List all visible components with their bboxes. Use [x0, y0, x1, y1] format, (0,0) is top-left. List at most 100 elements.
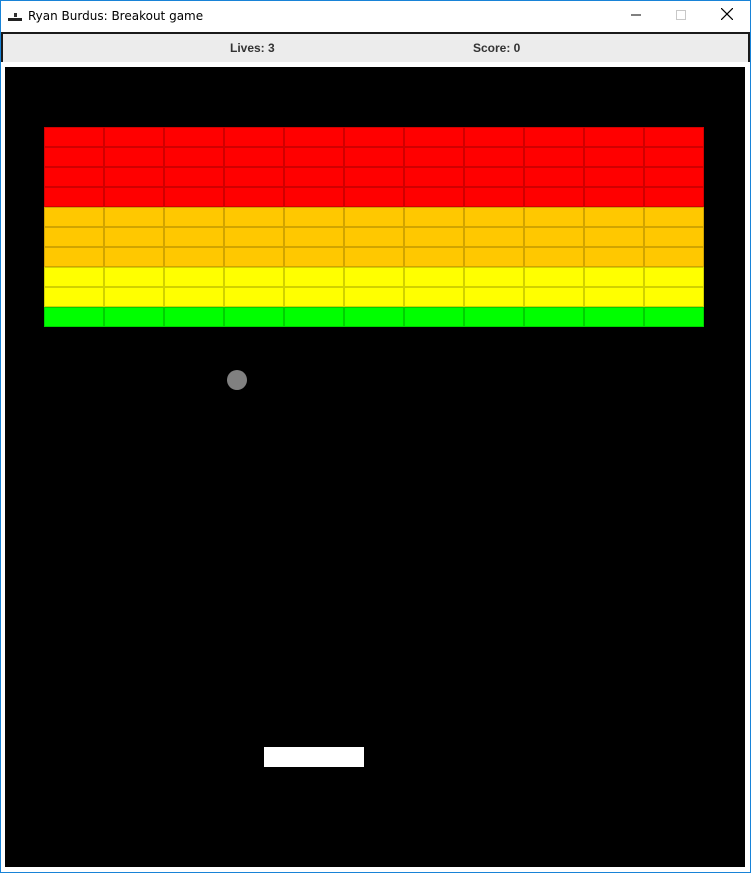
- brick: [404, 287, 464, 307]
- brick: [344, 207, 404, 227]
- brick: [404, 267, 464, 287]
- maximize-button[interactable]: [658, 1, 704, 31]
- brick: [344, 147, 404, 167]
- brick: [104, 287, 164, 307]
- brick: [524, 127, 584, 147]
- brick: [104, 127, 164, 147]
- brick: [104, 307, 164, 327]
- brick: [44, 147, 104, 167]
- brick: [284, 247, 344, 267]
- brick: [524, 167, 584, 187]
- brick: [104, 207, 164, 227]
- brick: [44, 207, 104, 227]
- brick: [224, 307, 284, 327]
- brick: [644, 187, 704, 207]
- brick: [464, 167, 524, 187]
- brick: [344, 247, 404, 267]
- brick: [464, 147, 524, 167]
- brick: [644, 247, 704, 267]
- brick: [44, 287, 104, 307]
- brick: [44, 227, 104, 247]
- title-bar[interactable]: Ryan Burdus: Breakout game: [1, 1, 750, 31]
- game-board[interactable]: [5, 67, 745, 867]
- brick: [644, 267, 704, 287]
- brick: [584, 207, 644, 227]
- brick: [344, 287, 404, 307]
- brick: [404, 307, 464, 327]
- brick: [164, 247, 224, 267]
- brick: [644, 167, 704, 187]
- brick: [224, 287, 284, 307]
- brick: [284, 207, 344, 227]
- brick: [284, 287, 344, 307]
- brick: [524, 187, 584, 207]
- brick: [164, 127, 224, 147]
- brick: [464, 227, 524, 247]
- brick: [344, 307, 404, 327]
- minimize-icon: [631, 7, 641, 25]
- brick: [524, 287, 584, 307]
- brick: [584, 287, 644, 307]
- brick: [464, 307, 524, 327]
- brick: [164, 307, 224, 327]
- brick: [344, 167, 404, 187]
- brick: [644, 207, 704, 227]
- status-bar: Lives: 3 Score: 0: [1, 32, 750, 64]
- brick: [404, 207, 464, 227]
- brick: [104, 187, 164, 207]
- brick: [224, 227, 284, 247]
- brick: [164, 227, 224, 247]
- brick: [464, 127, 524, 147]
- minimize-button[interactable]: [613, 1, 659, 31]
- brick: [164, 167, 224, 187]
- brick: [284, 167, 344, 187]
- brick: [644, 147, 704, 167]
- brick: [164, 287, 224, 307]
- brick: [644, 307, 704, 327]
- brick: [224, 267, 284, 287]
- brick: [44, 167, 104, 187]
- brick: [344, 187, 404, 207]
- brick: [464, 247, 524, 267]
- game-frame: [1, 62, 750, 872]
- brick: [44, 127, 104, 147]
- brick: [44, 267, 104, 287]
- brick: [464, 187, 524, 207]
- brick: [104, 227, 164, 247]
- app-window: Ryan Burdus: Breakout game Lives: 3 Scor…: [0, 0, 751, 873]
- brick: [464, 207, 524, 227]
- brick: [404, 167, 464, 187]
- close-button[interactable]: [704, 1, 750, 31]
- close-icon: [720, 7, 734, 25]
- brick: [344, 267, 404, 287]
- brick: [224, 207, 284, 227]
- brick: [404, 247, 464, 267]
- brick: [524, 267, 584, 287]
- score-label: Score: 0: [473, 41, 521, 55]
- brick: [284, 227, 344, 247]
- brick: [344, 127, 404, 147]
- brick: [524, 147, 584, 167]
- brick: [44, 187, 104, 207]
- brick: [104, 147, 164, 167]
- brick: [284, 127, 344, 147]
- brick: [164, 267, 224, 287]
- brick: [404, 227, 464, 247]
- brick: [44, 307, 104, 327]
- window-title: Ryan Burdus: Breakout game: [28, 9, 204, 23]
- paddle[interactable]: [264, 747, 364, 767]
- brick: [644, 287, 704, 307]
- brick: [404, 187, 464, 207]
- brick: [584, 147, 644, 167]
- brick: [584, 247, 644, 267]
- brick: [284, 147, 344, 167]
- ball: [227, 370, 247, 390]
- brick: [104, 167, 164, 187]
- brick: [464, 287, 524, 307]
- brick: [224, 127, 284, 147]
- brick: [404, 127, 464, 147]
- brick: [584, 167, 644, 187]
- brick: [164, 207, 224, 227]
- maximize-icon: [676, 7, 686, 25]
- brick: [524, 307, 584, 327]
